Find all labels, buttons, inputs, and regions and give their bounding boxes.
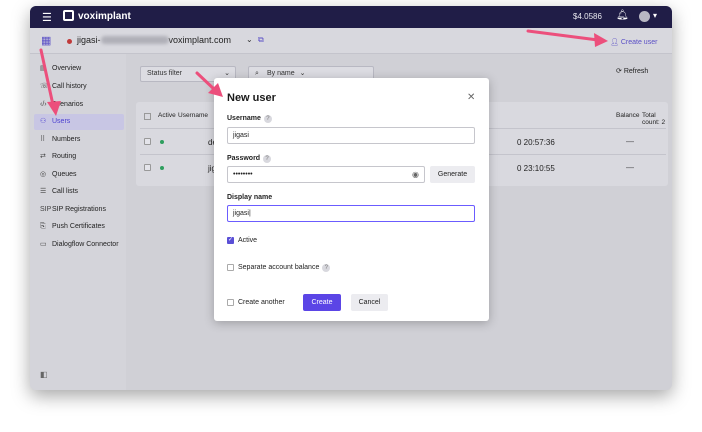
arrow-to-create-user	[526, 29, 608, 47]
arrow-to-users	[39, 48, 61, 116]
arrow-to-dialog-title	[195, 71, 223, 97]
annotation-arrows	[39, 29, 608, 116]
